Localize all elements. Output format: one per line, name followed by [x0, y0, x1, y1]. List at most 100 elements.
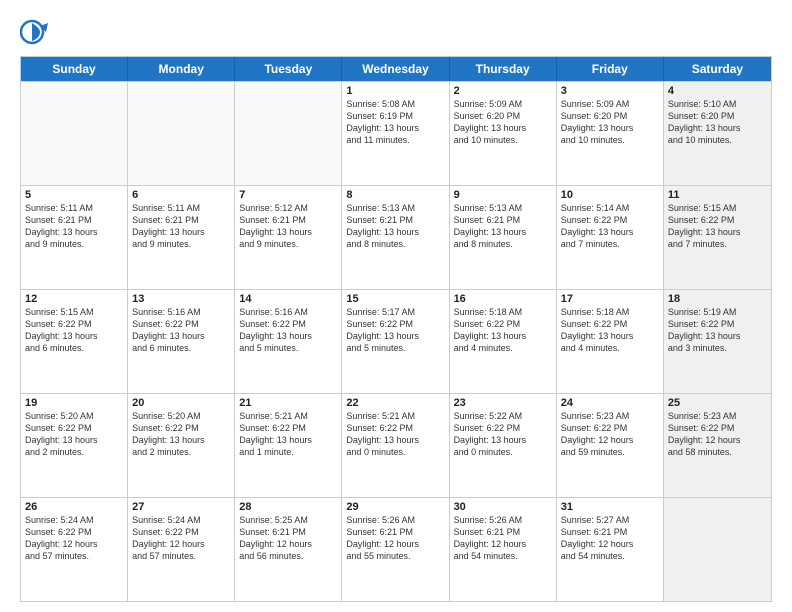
header-cell-saturday: Saturday: [664, 57, 771, 81]
calendar-cell: 3Sunrise: 5:09 AM Sunset: 6:20 PM Daylig…: [557, 82, 664, 185]
calendar-cell: 28Sunrise: 5:25 AM Sunset: 6:21 PM Dayli…: [235, 498, 342, 601]
day-number: 31: [561, 501, 659, 513]
day-number: 5: [25, 189, 123, 201]
cell-details: Sunrise: 5:10 AM Sunset: 6:20 PM Dayligh…: [668, 98, 767, 147]
day-number: 15: [346, 293, 444, 305]
calendar-cell: 17Sunrise: 5:18 AM Sunset: 6:22 PM Dayli…: [557, 290, 664, 393]
cell-details: Sunrise: 5:23 AM Sunset: 6:22 PM Dayligh…: [561, 410, 659, 459]
day-number: 13: [132, 293, 230, 305]
day-number: 11: [668, 189, 767, 201]
cell-details: Sunrise: 5:12 AM Sunset: 6:21 PM Dayligh…: [239, 202, 337, 251]
calendar-cell: 7Sunrise: 5:12 AM Sunset: 6:21 PM Daylig…: [235, 186, 342, 289]
calendar-body: 1Sunrise: 5:08 AM Sunset: 6:19 PM Daylig…: [21, 81, 771, 601]
logo-icon: [20, 18, 48, 46]
day-number: 21: [239, 397, 337, 409]
cell-details: Sunrise: 5:08 AM Sunset: 6:19 PM Dayligh…: [346, 98, 444, 147]
calendar-cell: 27Sunrise: 5:24 AM Sunset: 6:22 PM Dayli…: [128, 498, 235, 601]
cell-details: Sunrise: 5:15 AM Sunset: 6:22 PM Dayligh…: [25, 306, 123, 355]
calendar-cell: 8Sunrise: 5:13 AM Sunset: 6:21 PM Daylig…: [342, 186, 449, 289]
header-cell-thursday: Thursday: [450, 57, 557, 81]
calendar-cell: 1Sunrise: 5:08 AM Sunset: 6:19 PM Daylig…: [342, 82, 449, 185]
calendar-cell: 6Sunrise: 5:11 AM Sunset: 6:21 PM Daylig…: [128, 186, 235, 289]
day-number: 20: [132, 397, 230, 409]
cell-details: Sunrise: 5:09 AM Sunset: 6:20 PM Dayligh…: [561, 98, 659, 147]
cell-details: Sunrise: 5:14 AM Sunset: 6:22 PM Dayligh…: [561, 202, 659, 251]
day-number: 12: [25, 293, 123, 305]
calendar-row-1: 5Sunrise: 5:11 AM Sunset: 6:21 PM Daylig…: [21, 185, 771, 289]
header-cell-wednesday: Wednesday: [342, 57, 449, 81]
cell-details: Sunrise: 5:17 AM Sunset: 6:22 PM Dayligh…: [346, 306, 444, 355]
calendar-header: SundayMondayTuesdayWednesdayThursdayFrid…: [21, 57, 771, 81]
cell-details: Sunrise: 5:21 AM Sunset: 6:22 PM Dayligh…: [239, 410, 337, 459]
day-number: 2: [454, 85, 552, 97]
cell-details: Sunrise: 5:26 AM Sunset: 6:21 PM Dayligh…: [454, 514, 552, 563]
cell-details: Sunrise: 5:19 AM Sunset: 6:22 PM Dayligh…: [668, 306, 767, 355]
logo: [20, 18, 52, 46]
cell-details: Sunrise: 5:18 AM Sunset: 6:22 PM Dayligh…: [561, 306, 659, 355]
calendar-cell: 31Sunrise: 5:27 AM Sunset: 6:21 PM Dayli…: [557, 498, 664, 601]
cell-details: Sunrise: 5:24 AM Sunset: 6:22 PM Dayligh…: [132, 514, 230, 563]
day-number: 3: [561, 85, 659, 97]
cell-details: Sunrise: 5:24 AM Sunset: 6:22 PM Dayligh…: [25, 514, 123, 563]
cell-details: Sunrise: 5:21 AM Sunset: 6:22 PM Dayligh…: [346, 410, 444, 459]
cell-details: Sunrise: 5:13 AM Sunset: 6:21 PM Dayligh…: [346, 202, 444, 251]
day-number: 1: [346, 85, 444, 97]
calendar-cell: 15Sunrise: 5:17 AM Sunset: 6:22 PM Dayli…: [342, 290, 449, 393]
calendar-cell: 12Sunrise: 5:15 AM Sunset: 6:22 PM Dayli…: [21, 290, 128, 393]
calendar-cell: 21Sunrise: 5:21 AM Sunset: 6:22 PM Dayli…: [235, 394, 342, 497]
day-number: 24: [561, 397, 659, 409]
calendar-cell: 23Sunrise: 5:22 AM Sunset: 6:22 PM Dayli…: [450, 394, 557, 497]
day-number: 23: [454, 397, 552, 409]
header-cell-friday: Friday: [557, 57, 664, 81]
day-number: 25: [668, 397, 767, 409]
day-number: 28: [239, 501, 337, 513]
calendar-cell: 22Sunrise: 5:21 AM Sunset: 6:22 PM Dayli…: [342, 394, 449, 497]
calendar-row-3: 19Sunrise: 5:20 AM Sunset: 6:22 PM Dayli…: [21, 393, 771, 497]
calendar-cell: 4Sunrise: 5:10 AM Sunset: 6:20 PM Daylig…: [664, 82, 771, 185]
cell-details: Sunrise: 5:20 AM Sunset: 6:22 PM Dayligh…: [25, 410, 123, 459]
day-number: 30: [454, 501, 552, 513]
cell-details: Sunrise: 5:16 AM Sunset: 6:22 PM Dayligh…: [132, 306, 230, 355]
day-number: 8: [346, 189, 444, 201]
day-number: 16: [454, 293, 552, 305]
calendar-cell: 26Sunrise: 5:24 AM Sunset: 6:22 PM Dayli…: [21, 498, 128, 601]
calendar-cell: 13Sunrise: 5:16 AM Sunset: 6:22 PM Dayli…: [128, 290, 235, 393]
cell-details: Sunrise: 5:26 AM Sunset: 6:21 PM Dayligh…: [346, 514, 444, 563]
day-number: 4: [668, 85, 767, 97]
day-number: 26: [25, 501, 123, 513]
header-cell-tuesday: Tuesday: [235, 57, 342, 81]
calendar-cell: 2Sunrise: 5:09 AM Sunset: 6:20 PM Daylig…: [450, 82, 557, 185]
day-number: 6: [132, 189, 230, 201]
calendar-cell: 9Sunrise: 5:13 AM Sunset: 6:21 PM Daylig…: [450, 186, 557, 289]
cell-details: Sunrise: 5:27 AM Sunset: 6:21 PM Dayligh…: [561, 514, 659, 563]
day-number: 27: [132, 501, 230, 513]
day-number: 22: [346, 397, 444, 409]
calendar-cell: [664, 498, 771, 601]
calendar-cell: 5Sunrise: 5:11 AM Sunset: 6:21 PM Daylig…: [21, 186, 128, 289]
cell-details: Sunrise: 5:23 AM Sunset: 6:22 PM Dayligh…: [668, 410, 767, 459]
calendar-row-0: 1Sunrise: 5:08 AM Sunset: 6:19 PM Daylig…: [21, 81, 771, 185]
calendar-cell: 25Sunrise: 5:23 AM Sunset: 6:22 PM Dayli…: [664, 394, 771, 497]
calendar-cell: [21, 82, 128, 185]
day-number: 19: [25, 397, 123, 409]
cell-details: Sunrise: 5:11 AM Sunset: 6:21 PM Dayligh…: [132, 202, 230, 251]
cell-details: Sunrise: 5:11 AM Sunset: 6:21 PM Dayligh…: [25, 202, 123, 251]
calendar-cell: 24Sunrise: 5:23 AM Sunset: 6:22 PM Dayli…: [557, 394, 664, 497]
calendar-cell: [128, 82, 235, 185]
cell-details: Sunrise: 5:18 AM Sunset: 6:22 PM Dayligh…: [454, 306, 552, 355]
cell-details: Sunrise: 5:20 AM Sunset: 6:22 PM Dayligh…: [132, 410, 230, 459]
cell-details: Sunrise: 5:15 AM Sunset: 6:22 PM Dayligh…: [668, 202, 767, 251]
day-number: 29: [346, 501, 444, 513]
day-number: 9: [454, 189, 552, 201]
calendar-cell: 18Sunrise: 5:19 AM Sunset: 6:22 PM Dayli…: [664, 290, 771, 393]
calendar: SundayMondayTuesdayWednesdayThursdayFrid…: [20, 56, 772, 602]
calendar-cell: 20Sunrise: 5:20 AM Sunset: 6:22 PM Dayli…: [128, 394, 235, 497]
calendar-cell: 14Sunrise: 5:16 AM Sunset: 6:22 PM Dayli…: [235, 290, 342, 393]
calendar-cell: [235, 82, 342, 185]
day-number: 17: [561, 293, 659, 305]
day-number: 14: [239, 293, 337, 305]
cell-details: Sunrise: 5:25 AM Sunset: 6:21 PM Dayligh…: [239, 514, 337, 563]
header-cell-monday: Monday: [128, 57, 235, 81]
day-number: 7: [239, 189, 337, 201]
page: SundayMondayTuesdayWednesdayThursdayFrid…: [0, 0, 792, 612]
